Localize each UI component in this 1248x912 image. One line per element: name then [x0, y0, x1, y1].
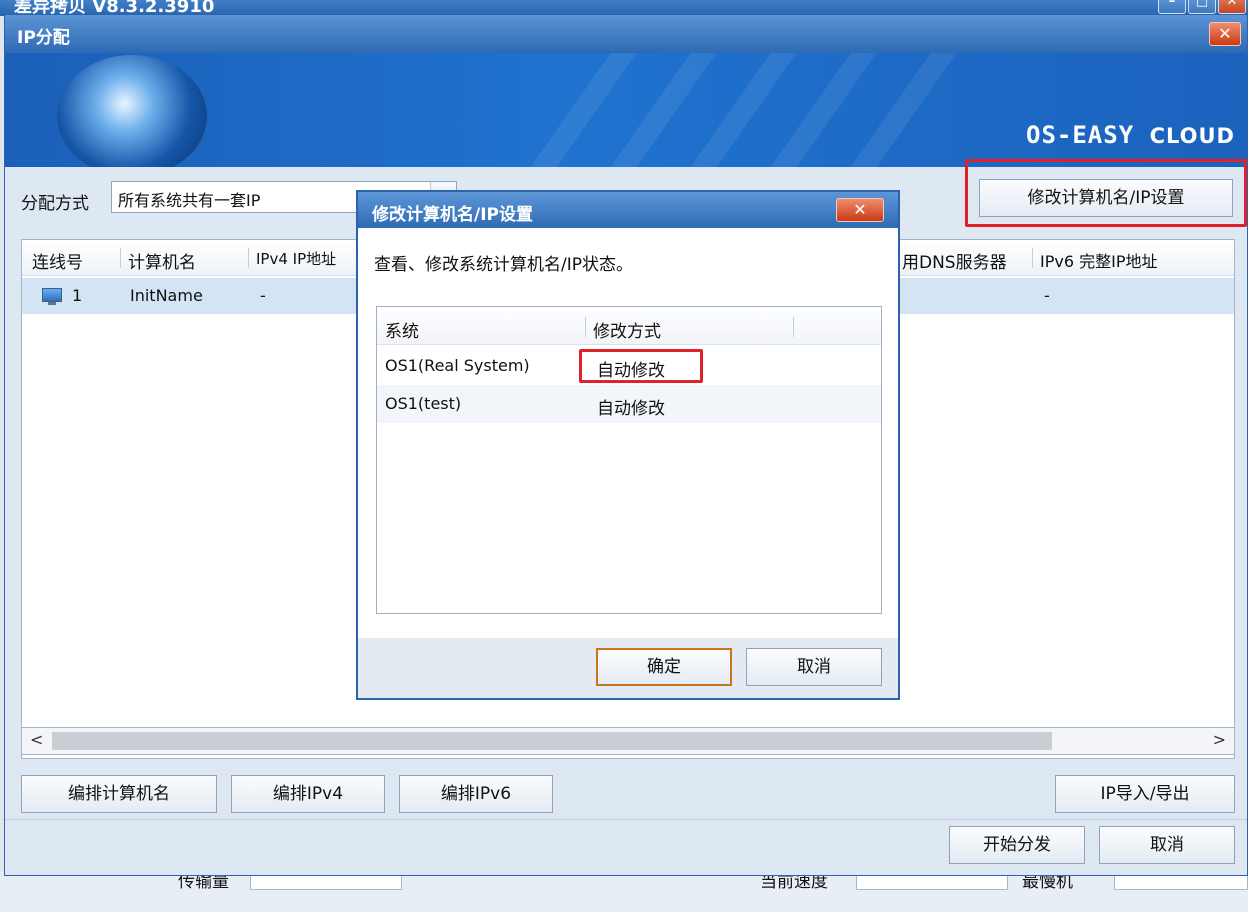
brand-logo: OS-EASY CLOUD	[1026, 121, 1235, 149]
allocation-value: 所有系统共有一套IP	[118, 191, 261, 210]
dialog-close-icon[interactable]: ✕	[836, 198, 884, 222]
col-ipv6[interactable]: IPv6 完整IP地址	[1040, 248, 1157, 272]
dialog-body: 查看、修改系统计算机名/IP状态。 系统 修改方式 OS1(Real Syste…	[358, 228, 898, 638]
dialog-title: 修改计算机名/IP设置	[372, 205, 533, 225]
edit-computer-names-button[interactable]: 编排计算机名	[21, 775, 217, 813]
col-line-no[interactable]: 连线号	[32, 248, 83, 273]
cell-ipv4: -	[260, 286, 266, 305]
system-name: OS1(test)	[385, 394, 462, 413]
list-item[interactable]: OS1(test) 自动修改	[377, 385, 881, 423]
brand-cloud: CLOUD	[1149, 124, 1235, 148]
list-item[interactable]: OS1(Real System) 自动修改	[377, 347, 881, 385]
modify-method[interactable]: 自动修改	[597, 394, 665, 419]
system-list-header: 系统 修改方式	[377, 307, 881, 345]
scroll-right-icon[interactable]: >	[1213, 730, 1226, 749]
globe-logo	[57, 55, 207, 167]
horizontal-scrollbar[interactable]: < >	[21, 727, 1235, 755]
brand-os: OS-EASY	[1026, 121, 1135, 149]
brand-banner: OS-EASY CLOUD	[5, 53, 1247, 167]
dialog-cancel-button[interactable]: 取消	[746, 648, 882, 686]
edit-ipv4-button[interactable]: 编排IPv4	[231, 775, 385, 813]
modify-name-ip-dialog: 修改计算机名/IP设置 ✕ 查看、修改系统计算机名/IP状态。 系统 修改方式 …	[356, 190, 900, 700]
system-name: OS1(Real System)	[385, 356, 530, 375]
ip-window-title: IP分配	[17, 28, 70, 48]
ip-window-cancel-button[interactable]: 取消	[1099, 826, 1235, 864]
parent-status-bar: 传输量 当前速度 最慢机	[0, 872, 1248, 912]
dialog-footer: 确定 取消	[358, 638, 898, 698]
ip-window-titlebar: IP分配 ✕	[5, 15, 1247, 53]
ip-window-footer: 开始分发 取消	[5, 819, 1247, 875]
col-dns[interactable]: 用DNS服务器	[902, 248, 1007, 273]
modify-method[interactable]: 自动修改	[597, 356, 665, 381]
scroll-thumb[interactable]	[52, 732, 1052, 750]
scroll-left-icon[interactable]: <	[30, 730, 43, 749]
start-distribute-button[interactable]: 开始分发	[949, 826, 1085, 864]
ip-import-export-button[interactable]: IP导入/导出	[1055, 775, 1235, 813]
allocation-label: 分配方式	[21, 194, 89, 214]
modify-name-ip-button[interactable]: 修改计算机名/IP设置	[979, 179, 1233, 217]
cell-line-no: 1	[72, 286, 83, 305]
dialog-description: 查看、修改系统计算机名/IP状态。	[374, 255, 633, 275]
ok-button[interactable]: 确定	[596, 648, 732, 686]
system-list: 系统 修改方式 OS1(Real System) 自动修改 OS1(test) …	[376, 306, 882, 614]
col-ipv4[interactable]: IPv4 IP地址	[256, 248, 336, 269]
col-modify-method[interactable]: 修改方式	[593, 317, 661, 342]
computer-icon	[42, 288, 62, 305]
minimize-icon[interactable]: –	[1158, 0, 1186, 14]
maximize-icon[interactable]: □	[1188, 0, 1216, 14]
parent-window-controls: – □ ✕	[1158, 0, 1246, 14]
close-icon[interactable]: ✕	[1209, 22, 1241, 46]
cell-ipv6: -	[1044, 286, 1050, 305]
cell-computer-name: InitName	[130, 286, 203, 305]
col-computer-name[interactable]: 计算机名	[128, 248, 196, 273]
dialog-titlebar: 修改计算机名/IP设置 ✕	[358, 192, 898, 228]
edit-ipv6-button[interactable]: 编排IPv6	[399, 775, 553, 813]
col-system[interactable]: 系统	[385, 317, 419, 342]
parent-close-icon[interactable]: ✕	[1218, 0, 1246, 14]
